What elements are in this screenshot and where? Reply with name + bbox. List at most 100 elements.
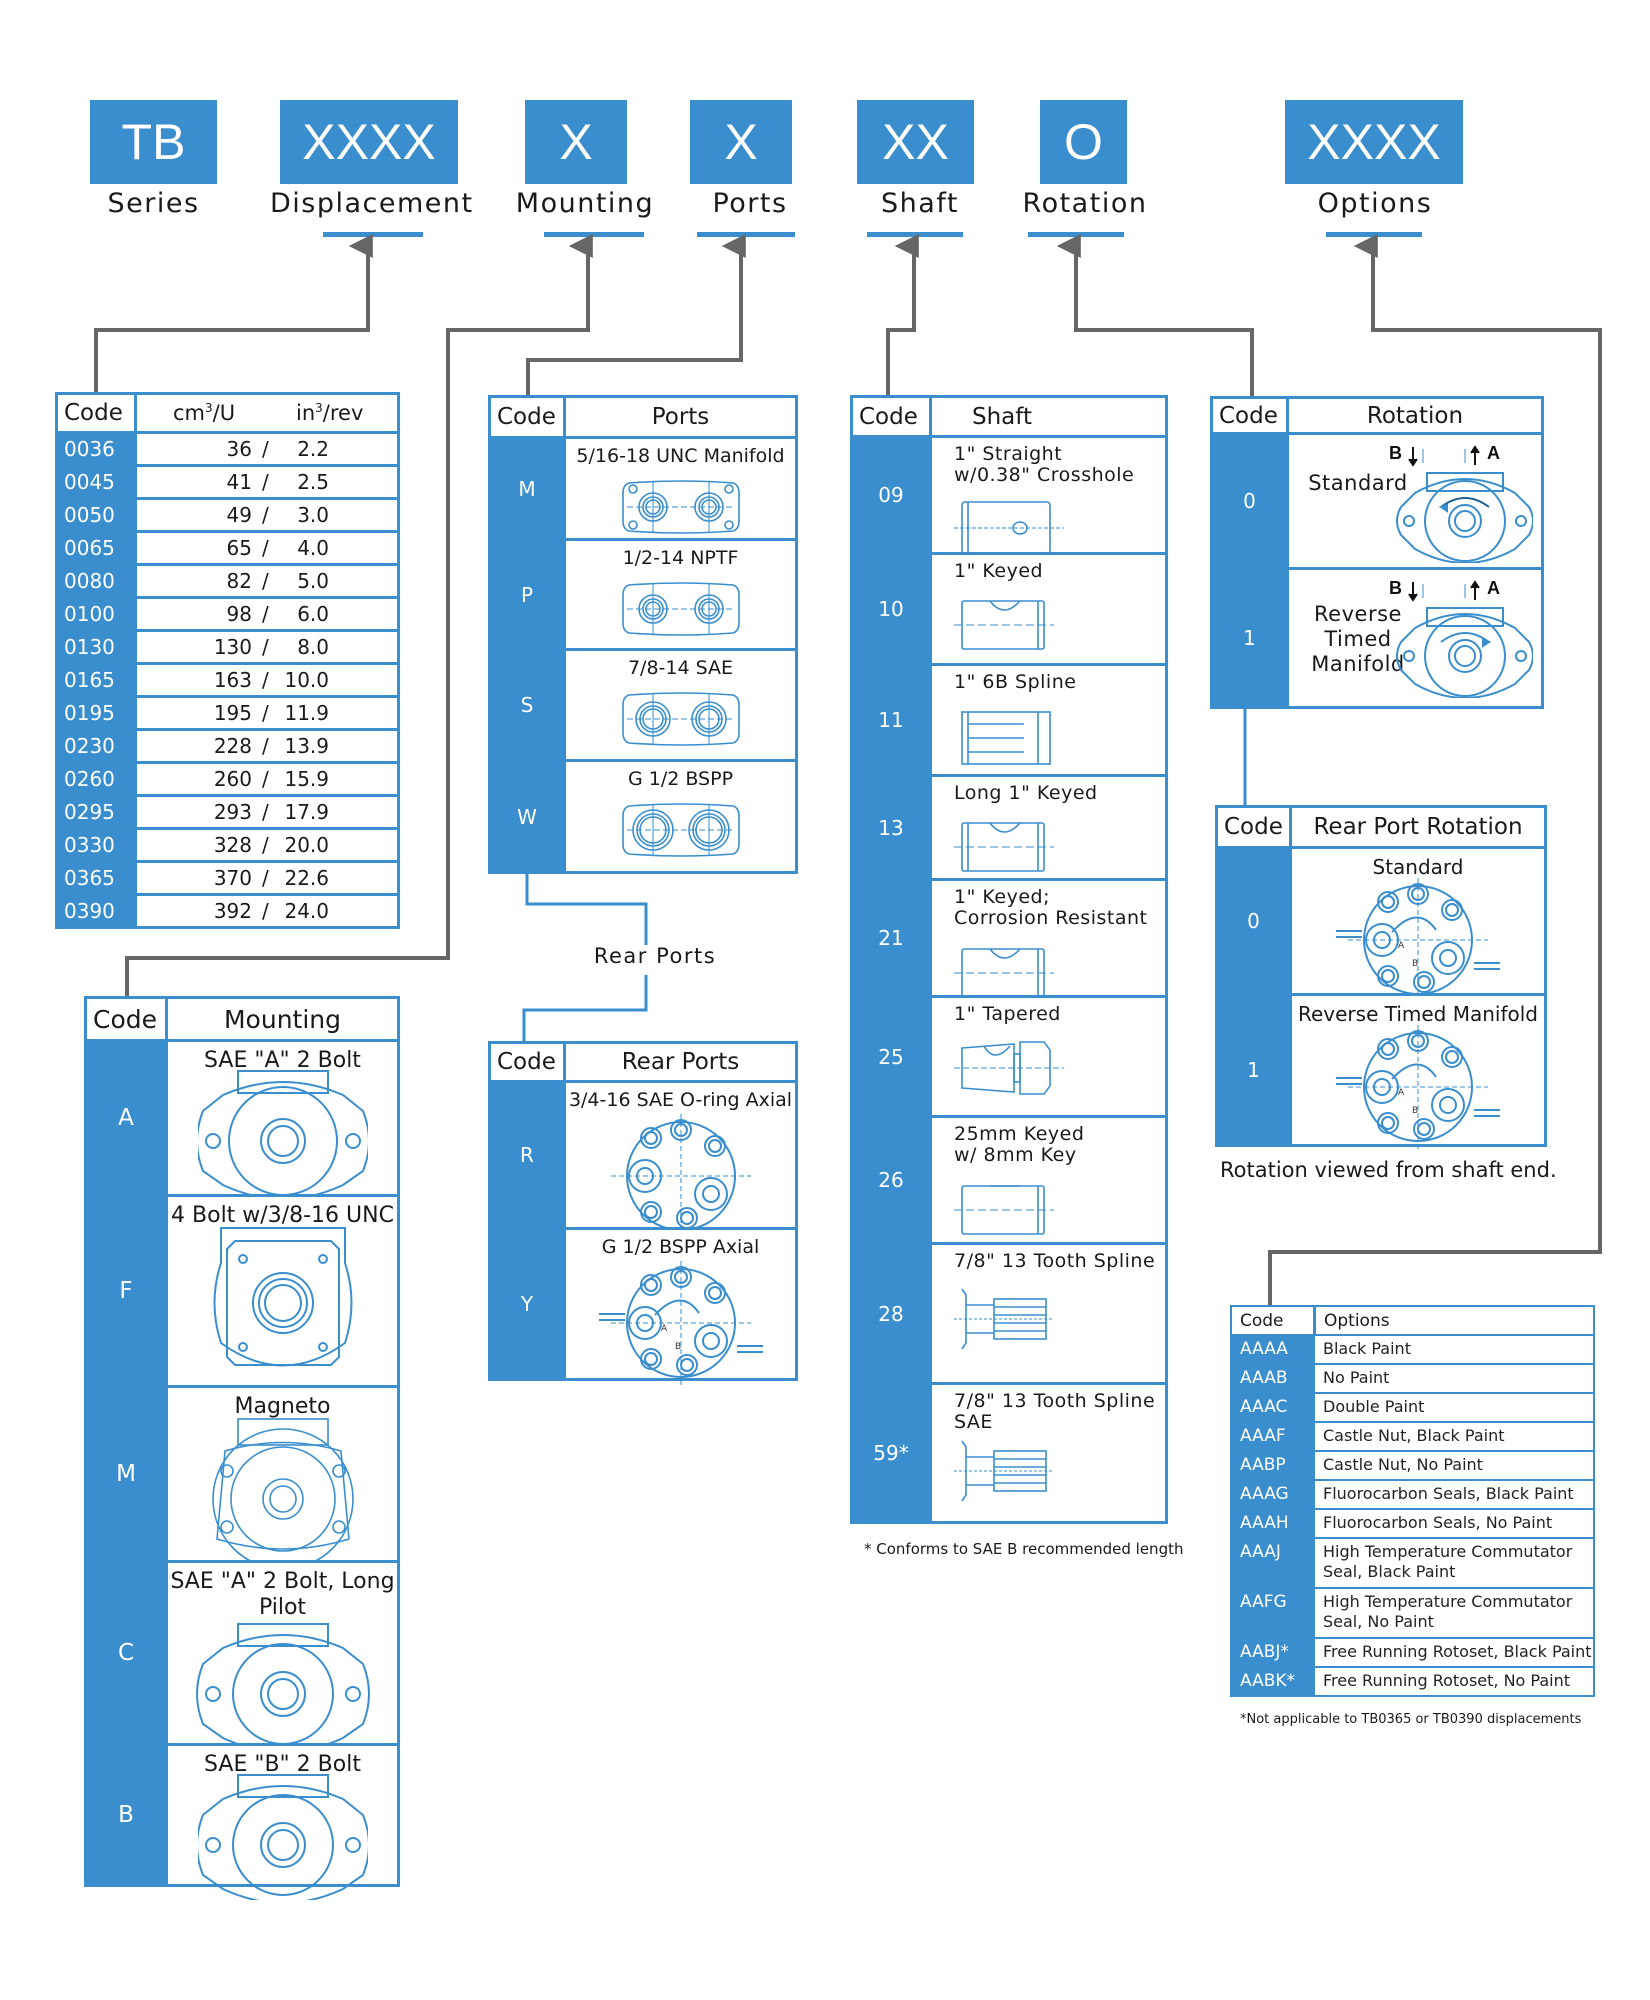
options-desc-cell: Free Running Rotoset, No Paint [1315,1668,1593,1695]
mounting-row: M Magneto [87,1388,397,1562]
rear-ports-row: R 3/4-16 SAE O-ring Axial [491,1083,795,1238]
displacement-code-cell: 0045 [58,467,134,497]
in3-header: in3/rev [296,401,363,425]
rear-ports-desc-cell: 3/4-16 SAE O-ring Axial [566,1083,795,1238]
mounting-desc-cell: SAE "B" 2 Bolt [168,1746,397,1900]
displacement-code-cell: 0295 [58,797,134,827]
separator: / [262,866,269,890]
displacement-code-cell: 0195 [58,698,134,728]
ports-desc-cell: 7/8-14 SAE [566,651,795,759]
displacement-value-cell: 293 / 17.9 [137,797,397,827]
displacement-row: 0330 328 / 20.0 [58,830,397,860]
svg-text:A: A [1487,443,1500,463]
displacement-row: 0365 370 / 22.6 [58,863,397,893]
options-code-cell: AAAA [1232,1336,1313,1363]
displacement-value-cell: 49 / 3.0 [137,500,397,530]
displacement-row: 0390 392 / 24.0 [58,896,397,926]
displacement-code-cell: 0330 [58,830,134,860]
ports-table: Code Ports M 5/16-18 UNC Manifold P 1/2-… [488,395,798,874]
cm-per-u: /U [212,401,236,425]
in3-value: 4.0 [297,536,329,560]
mounting-row: F 4 Bolt w/3/8-16 UNC [87,1197,397,1385]
options-footnote: *Not applicable to TB0365 or TB0390 disp… [1240,1712,1582,1727]
svg-text:A: A [1487,578,1500,598]
rotation-table: Code Rotation 0 Standard B A 1 Reverse T… [1210,396,1544,709]
options-desc-cell: Fluorocarbon Seals, No Paint [1315,1510,1593,1537]
rotation-desc-cell: Standard B A [1289,435,1541,567]
options-desc-cell: Free Running Rotoset, Black Paint [1315,1639,1593,1666]
separator: / [262,899,269,923]
displacement-table: Code cm3/U in3/rev 0036 36 / 2.2 0045 41… [55,392,400,929]
rear-rotation-code-cell: 1 [1218,996,1289,1144]
displacement-code-cell: 0065 [58,533,134,563]
shaft-connector [886,234,919,396]
cm3-value: 392 [213,899,252,923]
separator: / [262,470,269,494]
cm3-value: 328 [213,833,252,857]
svg-text:B: B [1412,959,1418,969]
separator: / [262,767,269,791]
options-desc-cell: High Temperature Commutator Seal, No Pai… [1315,1589,1593,1637]
in3-value: 5.0 [297,569,329,593]
ports-desc-cell: 5/16-18 UNC Manifold [566,439,795,538]
mounting-code-cell: A [87,1042,165,1194]
in3-value: 24.0 [284,899,329,923]
in3-value: 3.0 [297,503,329,527]
rotation-row: 0 Standard B A [1213,435,1541,567]
cm3-value: 130 [213,635,252,659]
mounting-code-cell: M [87,1388,165,1560]
shaft-desc-cell: 1" 6B Spline [932,666,1165,774]
mounting-code-cell: B [87,1746,165,1884]
options-table: Code Options AAAA Black Paint AAAB No Pa… [1230,1305,1595,1697]
mounting-desc-cell: 4 Bolt w/3/8-16 UNC [168,1197,397,1385]
displacement-row: 0036 36 / 2.2 [58,434,397,464]
displacement-code-cell: 0260 [58,764,134,794]
rear-ports-desc: 3/4-16 SAE O-ring Axial [568,1089,793,1111]
separator: / [262,569,269,593]
rear-ports-code-cell: R [491,1083,563,1227]
mounting-table: Code Mounting A SAE "A" 2 Bolt F 4 Bolt … [84,996,400,1900]
rear-port-rotation-table: Code Rear Port Rotation 0 Standard A B 1… [1215,805,1547,1149]
in3-value: 11.9 [284,701,329,725]
options-desc-cell: Castle Nut, Black Paint [1315,1423,1593,1450]
options-desc-cell: Double Paint [1315,1394,1593,1421]
svg-text:A: A [661,1324,668,1334]
rear-rotation-desc-cell: Standard A B [1292,849,1544,1002]
displacement-code-cell: 0165 [58,665,134,695]
cm3-value: 163 [213,668,252,692]
options-row: AAAC Double Paint [1232,1394,1593,1421]
displacement-row: 0065 65 / 4.0 [58,533,397,563]
cm3-value: 370 [213,866,252,890]
ports-row: P 1/2-14 NPTF [491,541,795,648]
rear-ports-code-header: Code [491,1044,563,1080]
shaft-code-cell: 59* [853,1385,929,1521]
separator: / [262,536,269,560]
ports-desc: G 1/2 BSPP [627,768,734,790]
ports-connector [526,234,746,396]
svg-text:B: B [675,1342,681,1352]
rear-ports-row: Y G 1/2 BSPP Axial A B [491,1230,795,1385]
options-code-cell: AAAH [1232,1510,1313,1537]
shaft-code-cell: 11 [853,666,929,774]
options-code-cell: AABJ* [1232,1639,1313,1666]
rotation-code-cell: 1 [1213,570,1286,706]
mounting-row: C SAE "A" 2 Bolt, Long Pilot [87,1563,397,1749]
separator: / [262,800,269,824]
in-per-rev: /rev [322,401,364,425]
separator: / [262,668,269,692]
ports-code-header: Code [491,398,563,436]
shaft-desc: 1" Keyed [954,560,1044,582]
displacement-row: 0050 49 / 3.0 [58,500,397,530]
shaft-desc: 7/8" 13 Tooth Spline [954,1250,1156,1272]
ports-desc-header: Ports [566,398,795,436]
shaft-code-cell: 21 [853,881,929,995]
in-superscript: 3 [315,401,323,415]
in3-value: 17.9 [284,800,329,824]
ports-desc-cell: G 1/2 BSPP [566,762,795,871]
displacement-value-cell: 65 / 4.0 [137,533,397,563]
displacement-row: 0230 228 / 13.9 [58,731,397,761]
shaft-desc-cell: 7/8" 13 Tooth Spline SAE [932,1385,1165,1521]
options-code-cell: AAAC [1232,1394,1313,1421]
displacement-row: 0080 82 / 5.0 [58,566,397,596]
options-row: AAAB No Paint [1232,1365,1593,1392]
